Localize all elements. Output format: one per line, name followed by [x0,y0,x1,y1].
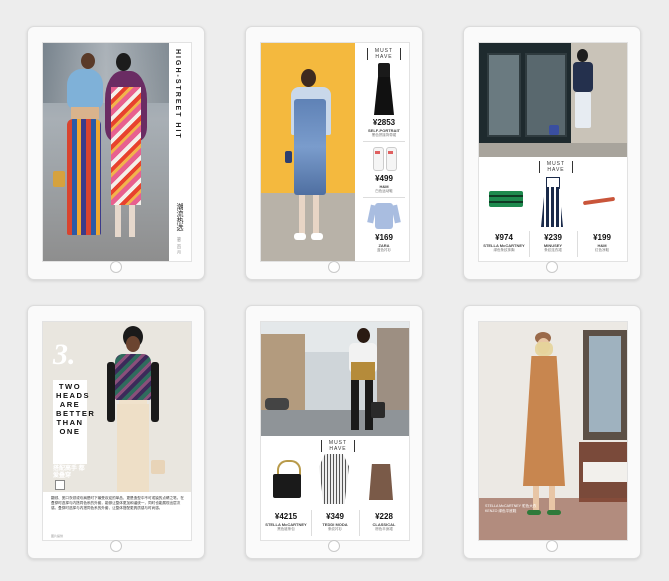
photo-caption: STELLA McCARTNEY 驼色大衣 KENZO 绿色平底鞋 [485,504,537,513]
section-number: 3. [53,338,76,371]
tablet-6: STELLA McCARTNEY 驼色大衣 KENZO 绿色平底鞋 [463,305,641,559]
product-sneakers-image[interactable] [371,145,399,171]
headline-cn: 搭配高手 都爱叠穿 [53,466,85,479]
product-top-image[interactable] [489,191,523,207]
product-note: 黑色链条包 [277,527,295,531]
tablet-2: MUST HAVE ¥2853 SELF-PORTRAIT 黑色拼接背带裙 ¥4… [245,26,423,280]
vertical-title: HIGH-STREET HIT [174,49,181,140]
product-striped-shirt-image[interactable] [319,454,349,504]
home-button[interactable] [328,261,340,273]
caption-text: 翻领、宽口衣领或坎肩是时下最受欢迎的单品，更是造型中不可或缺的点睛之笔。在叠穿时… [51,496,184,510]
product-price: ¥349 [326,512,344,521]
product-note: 白色运动鞋 [375,189,393,193]
product-price: ¥499 [375,174,393,183]
product-note: 红色凉鞋 [595,248,609,252]
tablet-5-screen: MUST HAVE ¥4215 STELLA McCARTNEY 黑色链条包 ¥… [260,321,410,541]
product-price: ¥239 [544,233,562,242]
product-price: ¥228 [375,512,393,521]
denim-look-photo [261,43,355,261]
headline: TWO HEADS ARE BETTER THAN ONE [56,382,96,436]
home-button[interactable] [328,540,340,552]
street-style-photo [43,43,169,261]
home-button[interactable] [546,261,558,273]
tablet-5: MUST HAVE ¥4215 STELLA McCARTNEY 黑色链条包 ¥… [245,305,423,559]
caption-note: 图片提供 [51,534,64,538]
product-dress-image[interactable] [539,177,565,227]
product-price: ¥2853 [372,118,396,127]
product-chain-bag-image[interactable] [271,460,303,500]
product-skirt-image[interactable] [369,464,393,500]
product-sandals-image[interactable] [582,196,617,206]
product-note: 棕色半身裙 [375,527,393,531]
product-note: 条纹衬衫 [328,527,342,531]
tablet-3-screen: MUST HAVE ¥974 STELLA McCARTNEY 绿色条纹抹胸 ¥… [478,42,628,262]
tablet-2-screen: MUST HAVE ¥2853 SELF-PORTRAIT 黑色拼接背带裙 ¥4… [260,42,410,262]
tablet-4-screen: 3. TWO HEADS ARE BETTER THAN ONE 搭配高手 都爱… [42,321,192,541]
tablet-3: MUST HAVE ¥974 STELLA McCARTNEY 绿色条纹抹胸 ¥… [463,26,641,280]
storefront-photo [479,43,627,157]
must-have-label: MUST HAVE [539,161,573,173]
tablet-1: HIGH-STREET HIT 潮流热选 第二页 月 [27,26,205,280]
product-price: ¥4215 [274,512,298,521]
product-note: 条纹连衣裙 [544,248,562,252]
tablet-6-screen: STELLA McCARTNEY 驼色大衣 KENZO 绿色平底鞋 [478,321,628,541]
product-dress-image[interactable] [371,63,397,115]
page-number: 第二页 月 [177,237,182,255]
city-street-photo [261,322,409,436]
home-button[interactable] [110,261,122,273]
tablet-4: 3. TWO HEADS ARE BETTER THAN ONE 搭配高手 都爱… [27,305,205,559]
product-price: ¥169 [375,233,393,242]
product-price: ¥199 [593,233,611,242]
must-have-label: MUST HAVE [321,440,355,452]
home-button[interactable] [110,540,122,552]
product-note: 蓝色衬衫 [377,248,391,252]
vertical-subtitle-cn: 潮流热选 [176,203,183,231]
tablet-1-screen: HIGH-STREET HIT 潮流热选 第二页 月 [42,42,192,262]
logo-icon [55,480,65,490]
headline-box: TWO HEADS ARE BETTER THAN ONE [53,380,96,464]
must-have-label: MUST HAVE [367,48,401,60]
home-button[interactable] [546,540,558,552]
product-note: 黑色拼接背带裙 [371,133,397,137]
product-price: ¥974 [495,233,513,242]
product-shirt-image[interactable] [367,201,401,231]
product-note: 绿色条纹抹胸 [493,248,515,252]
